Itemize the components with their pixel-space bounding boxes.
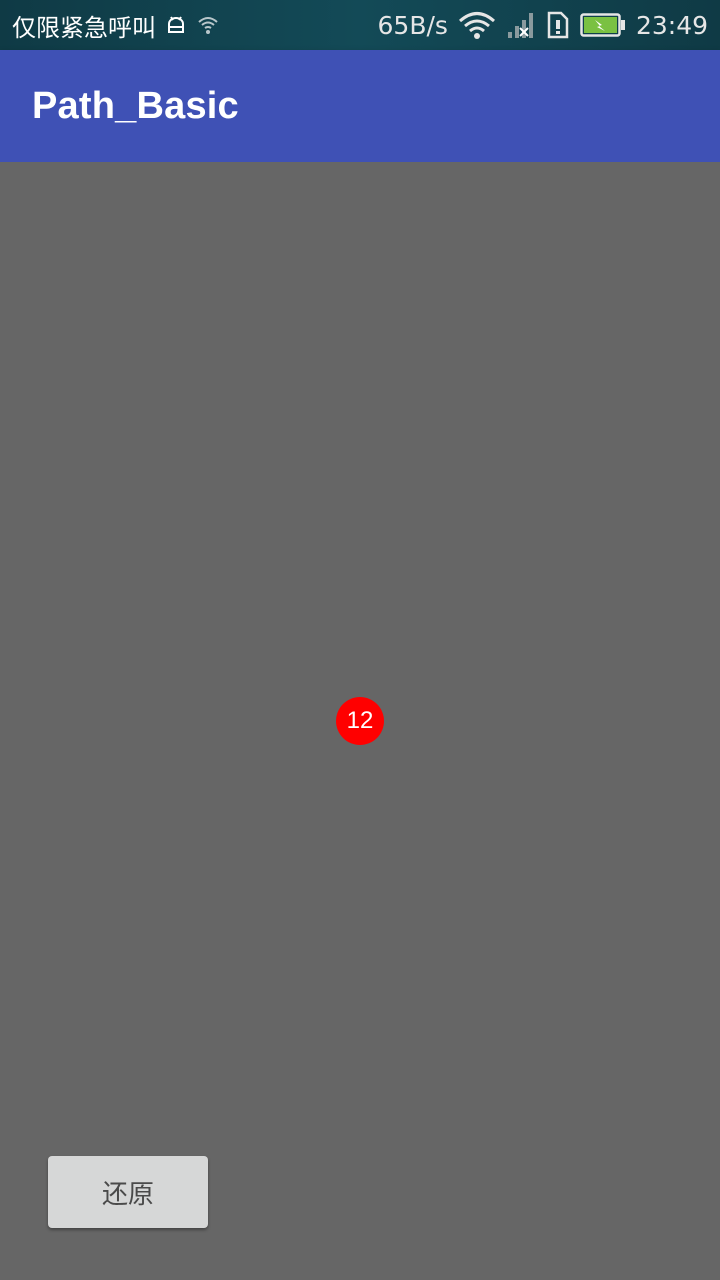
wifi-small-icon: [196, 13, 220, 37]
wifi-icon: [458, 10, 496, 40]
network-speed: 65B/s: [377, 10, 448, 40]
status-right: 65B/s 23:49: [378, 10, 708, 40]
sim-alert-icon: [546, 10, 570, 40]
android-icon: [164, 13, 188, 37]
battery-icon: [580, 12, 626, 38]
count-badge[interactable]: 12: [336, 697, 384, 745]
page-title: Path_Basic: [32, 84, 239, 127]
app-bar: Path_Basic: [0, 50, 720, 162]
signal-icon: [506, 10, 536, 40]
status-left: 仅限紧急呼叫: [12, 8, 220, 43]
clock: 23:49: [635, 10, 708, 40]
restore-button[interactable]: 还原: [48, 1156, 208, 1228]
carrier-text: 仅限紧急呼叫: [12, 13, 156, 42]
status-bar: 仅限紧急呼叫 65B/s 23:49: [0, 0, 720, 50]
